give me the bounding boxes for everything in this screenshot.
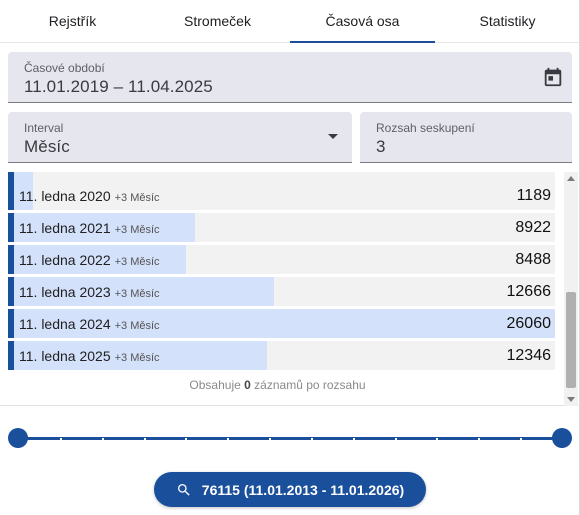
tab-rejstrik[interactable]: Rejstřík [0,0,145,42]
row-edge [8,277,14,306]
slider-tick [60,438,62,440]
row-count: 26060 [506,315,552,332]
list-scrollbar[interactable] [564,172,578,406]
row-label: 11. ledna 2024 +3 Měsíc [19,316,160,332]
interval-select[interactable]: Interval Měsíc [8,112,352,163]
period-field[interactable]: Časové období 11.01.2019 – 11.04.2025 [8,52,572,103]
tab-label: Statistiky [479,13,536,29]
row-edge [8,213,14,242]
list-item[interactable]: 11. ledna 2020 +3 Měsíc 1189 [8,181,555,210]
row-date: 11. ledna 2025 [19,348,111,364]
time-range-slider[interactable] [8,428,572,448]
row-count: 12346 [506,347,552,364]
search-icon [177,483,190,496]
row-label: 11. ledna 2020 +3 Měsíc [19,188,160,204]
row-date: 11. ledna 2021 [19,220,111,236]
scroll-down-arrow-icon[interactable] [567,397,575,402]
row-count: 8488 [515,251,551,268]
list-item[interactable]: 11. ledna 2022 +3 Měsíc 8488 [8,245,555,274]
slider-tick [395,438,397,440]
list-item[interactable]: 11. ledna 2025 +3 Měsíc 12346 [8,341,555,370]
scroll-thumb[interactable] [566,292,576,388]
slider-tick [520,438,522,440]
row-edge [8,309,14,338]
row-edge [8,181,14,210]
period-label: Časové období [24,61,105,75]
slider-tick [436,438,438,440]
interval-value: Měsíc [24,137,70,156]
tab-casova-osa[interactable]: Časová osa [290,0,435,43]
row-edge [8,245,14,274]
dropdown-arrow-icon[interactable] [328,134,338,139]
tab-bar: Rejstřík Stromeček Časová osa Statistiky [0,0,580,43]
tab-label: Časová osa [325,13,400,29]
slider-tick [269,438,271,440]
row-count: 1189 [516,187,551,204]
records-note: Obsahuje 0 záznamů po rozsahu [0,378,555,392]
row-label: 11. ledna 2022 +3 Měsíc [19,252,160,268]
row-date: 11. ledna 2022 [19,252,111,268]
row-interval: +3 Měsíc [114,256,160,268]
period-value: 11.01.2019 – 11.04.2025 [24,77,213,96]
timeline-list: 11. ledna 2020 +3 Měsíc 1189 11. ledna 2021… [0,172,580,406]
row-date: 11. ledna 2020 [19,188,111,204]
slider-tick [227,438,229,440]
note-prefix: Obsahuje [189,378,241,392]
row-interval: +3 Měsíc [114,224,160,236]
slider-track [18,437,562,440]
slider-tick [353,438,355,440]
slider-tick [185,438,187,440]
row-label: 11. ledna 2023 +3 Měsíc [19,284,160,300]
slider-tick [102,438,104,440]
row-count: 8922 [515,219,551,236]
note-count: 0 [244,378,251,392]
row-label: 11. ledna 2025 +3 Měsíc [19,348,160,364]
row-count: 12666 [506,283,552,300]
row-edge [8,172,14,181]
list-item[interactable]: 11. ledna 2024 +3 Měsíc 26060 [8,309,555,338]
row-interval: +3 Měsíc [114,320,160,332]
range-input[interactable]: Rozsah seskupení 3 [360,112,572,163]
row-date: 11. ledna 2023 [19,284,111,300]
search-button[interactable]: 76115 (11.01.2013 - 11.01.2026) [154,472,426,507]
row-label: 11. ledna 2021 +3 Měsíc [19,220,160,236]
row-interval: +3 Měsíc [114,352,160,364]
range-label: Rozsah seskupení [376,121,475,135]
tab-label: Stromeček [184,13,251,29]
calendar-icon[interactable] [542,66,564,88]
slider-tick [144,438,146,440]
slider-tick [478,438,480,440]
search-button-label: 76115 (11.01.2013 - 11.01.2026) [201,481,405,498]
slider-end-thumb[interactable] [552,428,572,448]
tab-label: Rejstřík [48,13,97,29]
row-date: 11. ledna 2024 [19,316,111,332]
list-item[interactable]: 11. ledna 2023 +3 Měsíc 12666 [8,277,555,306]
scroll-up-arrow-icon[interactable] [567,176,575,181]
slider-start-thumb[interactable] [8,428,28,448]
list-item[interactable] [8,172,555,181]
note-suffix: záznamů po rozsahu [254,378,366,392]
row-interval: +3 Měsíc [114,288,160,300]
tab-statistiky[interactable]: Statistiky [435,0,580,42]
range-value: 3 [376,137,386,156]
interval-label: Interval [24,121,64,135]
row-edge [8,341,14,370]
tab-stromecek[interactable]: Stromeček [145,0,290,42]
row-interval: +3 Měsíc [114,192,160,204]
slider-tick [311,438,313,440]
list-item[interactable]: 11. ledna 2021 +3 Měsíc 8922 [8,213,555,242]
